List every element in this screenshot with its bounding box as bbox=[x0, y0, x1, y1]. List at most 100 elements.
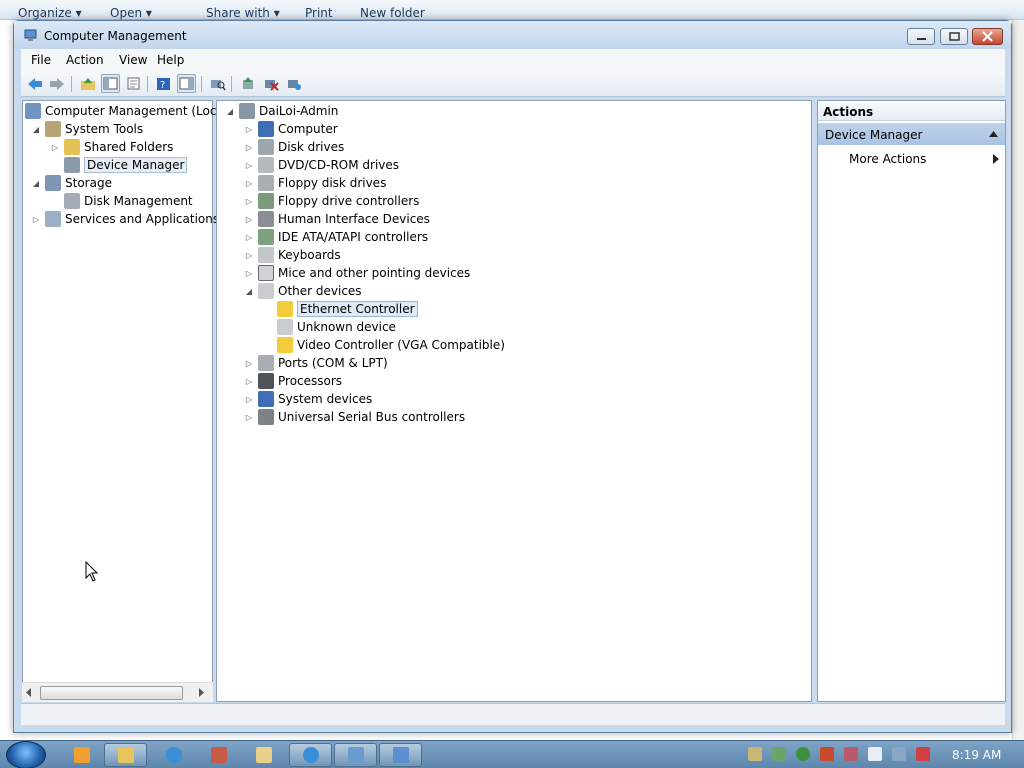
open-button[interactable]: Open ▾ bbox=[110, 6, 152, 20]
tree-item-device-manager[interactable]: Device Manager bbox=[64, 156, 188, 174]
device-category-ide[interactable]: ▷ IDE ATA/ATAPI controllers bbox=[244, 228, 428, 246]
scroll-left-icon[interactable] bbox=[26, 688, 32, 697]
share-with-button[interactable]: Share with ▾ bbox=[206, 6, 280, 20]
expand-arrow-icon[interactable]: ▷ bbox=[50, 143, 60, 152]
show-hide-action-pane-button[interactable] bbox=[177, 74, 196, 93]
scroll-right-icon[interactable] bbox=[198, 688, 204, 697]
organize-button[interactable]: Organize ▾ bbox=[18, 6, 82, 20]
expand-arrow-icon[interactable]: ▷ bbox=[31, 215, 41, 224]
scan-for-hardware-changes-button[interactable] bbox=[208, 74, 227, 93]
device-category-dvd-drives[interactable]: ▷ DVD/CD-ROM drives bbox=[244, 156, 399, 174]
expand-arrow-icon[interactable]: ▷ bbox=[244, 179, 254, 188]
background-scrollbar[interactable] bbox=[1012, 20, 1024, 740]
taskbar-app-window[interactable] bbox=[334, 743, 377, 767]
menu-help[interactable]: Help bbox=[152, 52, 189, 68]
unknown-device-icon bbox=[258, 283, 274, 299]
expand-arrow-icon[interactable]: ▷ bbox=[244, 197, 254, 206]
forward-button[interactable] bbox=[47, 74, 66, 93]
device-category-other-devices[interactable]: ◢ Other devices bbox=[244, 282, 362, 300]
device-category-computer[interactable]: ▷ Computer bbox=[244, 120, 338, 138]
tray-icon[interactable] bbox=[772, 747, 786, 761]
update-driver-button[interactable] bbox=[238, 74, 257, 93]
new-folder-button[interactable]: New folder bbox=[360, 6, 425, 20]
up-one-level-button[interactable] bbox=[78, 74, 97, 93]
tree-item-computer-management[interactable]: Computer Management (Local bbox=[25, 102, 227, 120]
properties-button[interactable] bbox=[124, 74, 143, 93]
device-category-floppy-disk-drives[interactable]: ▷ Floppy disk drives bbox=[244, 174, 386, 192]
device-category-hid[interactable]: ▷ Human Interface Devices bbox=[244, 210, 430, 228]
device-item-unknown-device[interactable]: Unknown device bbox=[277, 318, 396, 336]
device-category-system-devices[interactable]: ▷ System devices bbox=[244, 390, 372, 408]
tree-item-storage[interactable]: ◢ Storage bbox=[31, 174, 112, 192]
expand-arrow-icon[interactable]: ▷ bbox=[244, 413, 254, 422]
expand-arrow-icon[interactable]: ▷ bbox=[244, 269, 254, 278]
expand-arrow-icon[interactable]: ▷ bbox=[244, 215, 254, 224]
internet-explorer-icon bbox=[165, 747, 182, 763]
tray-icon[interactable] bbox=[748, 747, 762, 761]
tree-item-services-and-applications[interactable]: ▷ Services and Applications bbox=[31, 210, 219, 228]
show-hide-console-tree-button[interactable] bbox=[101, 74, 120, 93]
expand-arrow-icon[interactable]: ▷ bbox=[244, 251, 254, 260]
collapse-arrow-icon[interactable]: ◢ bbox=[244, 287, 254, 296]
taskbar-app-2[interactable] bbox=[242, 743, 285, 767]
menu-view[interactable]: View bbox=[114, 52, 152, 68]
minimize-button[interactable] bbox=[907, 28, 935, 45]
tree-item-root[interactable]: ◢ DaiLoi-Admin bbox=[225, 102, 338, 120]
device-item-video-controller[interactable]: Video Controller (VGA Compatible) bbox=[277, 336, 505, 354]
internet-explorer-icon bbox=[302, 747, 319, 763]
menu-file[interactable]: File bbox=[26, 52, 56, 68]
device-category-keyboards[interactable]: ▷ Keyboards bbox=[244, 246, 341, 264]
print-button[interactable]: Print bbox=[305, 6, 333, 20]
device-item-ethernet-controller[interactable]: Ethernet Controller bbox=[277, 300, 418, 318]
flag-icon[interactable] bbox=[868, 747, 882, 761]
actions-section-device-manager[interactable]: Device Manager bbox=[818, 123, 1005, 145]
scrollbar-thumb[interactable] bbox=[40, 686, 183, 700]
start-button[interactable] bbox=[6, 741, 46, 768]
device-category-ports[interactable]: ▷ Ports (COM & LPT) bbox=[244, 354, 388, 372]
expand-arrow-icon[interactable]: ▷ bbox=[244, 161, 254, 170]
title-bar[interactable]: Computer Management bbox=[14, 21, 1011, 49]
expand-arrow-icon[interactable]: ▷ bbox=[244, 377, 254, 386]
device-category-disk-drives[interactable]: ▷ Disk drives bbox=[244, 138, 344, 156]
horizontal-scrollbar[interactable] bbox=[22, 682, 213, 702]
services-icon bbox=[45, 211, 61, 227]
restore-icon bbox=[949, 32, 960, 41]
help-button[interactable]: ? bbox=[154, 74, 173, 93]
collapse-arrow-icon[interactable]: ◢ bbox=[31, 179, 41, 188]
taskbar-explorer[interactable] bbox=[104, 743, 147, 767]
expand-arrow-icon[interactable]: ▷ bbox=[244, 143, 254, 152]
window-icon bbox=[347, 747, 364, 763]
tree-item-disk-management[interactable]: Disk Management bbox=[64, 192, 193, 210]
device-category-mice[interactable]: ▷ Mice and other pointing devices bbox=[244, 264, 470, 282]
taskbar-computer-management[interactable] bbox=[379, 743, 422, 767]
device-category-floppy-controllers[interactable]: ▷ Floppy drive controllers bbox=[244, 192, 419, 210]
tray-play-icon[interactable] bbox=[796, 747, 810, 761]
collapse-section-icon[interactable] bbox=[989, 131, 998, 137]
back-button[interactable] bbox=[25, 74, 44, 93]
tray-icon[interactable] bbox=[844, 747, 858, 761]
taskbar-internet-explorer-window[interactable] bbox=[289, 743, 332, 767]
collapse-arrow-icon[interactable]: ◢ bbox=[31, 125, 41, 134]
uninstall-button[interactable] bbox=[261, 74, 280, 93]
tree-item-system-tools[interactable]: ◢ System Tools bbox=[31, 120, 143, 138]
close-button[interactable] bbox=[972, 28, 1003, 45]
menu-action[interactable]: Action bbox=[61, 52, 109, 68]
expand-arrow-icon[interactable]: ▷ bbox=[244, 233, 254, 242]
device-category-usb-controllers[interactable]: ▷ Universal Serial Bus controllers bbox=[244, 408, 465, 426]
taskbar-app[interactable] bbox=[197, 743, 240, 767]
expand-arrow-icon[interactable]: ▷ bbox=[244, 359, 254, 368]
volume-muted-icon[interactable] bbox=[916, 747, 930, 761]
enable-device-button[interactable] bbox=[284, 74, 303, 93]
device-category-processors[interactable]: ▷ Processors bbox=[244, 372, 342, 390]
collapse-arrow-icon[interactable]: ◢ bbox=[225, 107, 235, 116]
more-actions-item[interactable]: More Actions bbox=[849, 152, 999, 166]
tray-icon[interactable] bbox=[820, 747, 834, 761]
expand-arrow-icon[interactable]: ▷ bbox=[244, 395, 254, 404]
expand-arrow-icon[interactable]: ▷ bbox=[244, 125, 254, 134]
network-icon[interactable] bbox=[892, 747, 906, 761]
taskbar-media-player[interactable] bbox=[60, 743, 103, 767]
maximize-button[interactable] bbox=[940, 28, 968, 45]
taskbar-internet-explorer[interactable] bbox=[152, 743, 195, 767]
tree-item-shared-folders[interactable]: ▷ Shared Folders bbox=[50, 138, 173, 156]
clock[interactable]: 8:19 AM bbox=[952, 748, 1001, 762]
